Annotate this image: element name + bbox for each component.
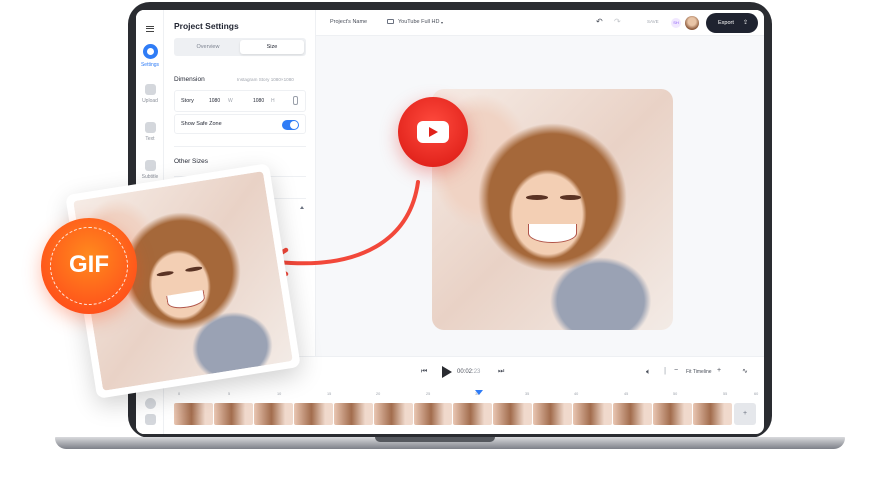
marketing-stage: Settings Upload Text Subtitle Project Se… xyxy=(0,0,872,482)
gif-badge-label: GIF xyxy=(69,251,109,278)
eye xyxy=(184,266,203,273)
eye xyxy=(156,270,175,278)
arrow-path xyxy=(276,180,420,266)
youtube-badge xyxy=(398,97,468,167)
smile xyxy=(165,289,207,311)
gif-badge: GIF xyxy=(41,218,137,314)
youtube-play-icon xyxy=(417,121,449,143)
